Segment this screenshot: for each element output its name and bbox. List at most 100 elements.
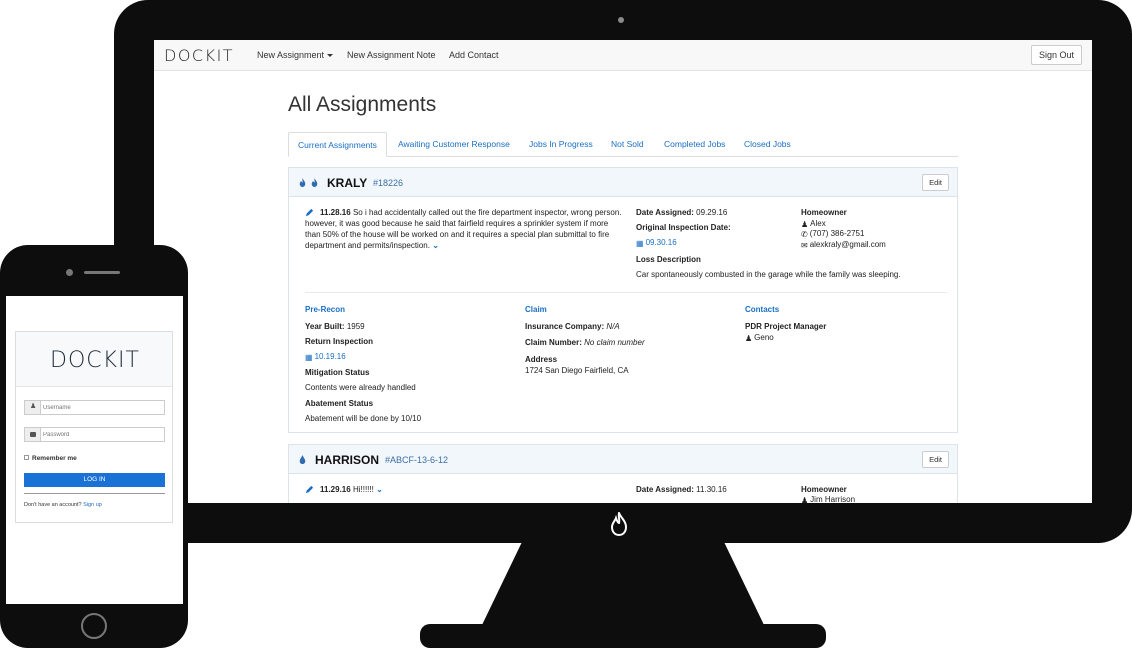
edit-button[interactable]: Edit	[922, 451, 949, 468]
tab-awaiting-customer-response[interactable]: Awaiting Customer Response	[389, 132, 519, 157]
contact-name-row[interactable]: ♟ Geno	[745, 332, 774, 344]
calendar-icon: ▦	[305, 353, 313, 362]
homeowner-name: Alex	[810, 219, 826, 228]
nav-new-assignment-note[interactable]: New Assignment Note	[347, 50, 436, 60]
tab-current-assignments[interactable]: Current Assignments	[288, 132, 387, 157]
water-drop-icon	[299, 455, 306, 464]
date-assigned: Date Assigned: 11.30.16	[636, 484, 727, 495]
insurance-value: N/A	[606, 322, 620, 331]
homeowner-label: Homeowner	[801, 208, 847, 217]
chevron-down-icon[interactable]: ⌄	[432, 241, 439, 250]
login-card: DOCKIT ♟ Remember me LOG IN Don't have a…	[15, 331, 173, 523]
contact-role: PDR Project Manager	[745, 322, 827, 331]
homeowner-name-row: ♟ Jim Harrison	[801, 494, 855, 503]
envelope-icon: ✉	[801, 241, 808, 250]
date-assigned-label: Date Assigned:	[636, 208, 694, 217]
monitor-stand-base	[420, 624, 826, 648]
date-assigned-value: 09.29.16	[696, 208, 728, 217]
original-inspection-label: Original Inspection Date:	[636, 223, 731, 232]
user-icon: ♟	[745, 334, 753, 343]
pre-recon-heading: Pre-Recon	[305, 305, 346, 314]
claim-number-label: Claim Number:	[525, 338, 582, 347]
monitor-camera	[618, 17, 624, 23]
password-field[interactable]	[24, 427, 165, 442]
customer-name[interactable]: KRALY	[327, 176, 367, 190]
assignment-card-header: KRALY #18226 Edit	[289, 168, 957, 197]
claim-heading: Claim	[525, 305, 547, 314]
note-date: 11.29.16	[320, 485, 351, 494]
return-inspection-label: Return Inspection	[305, 337, 374, 346]
login-header: DOCKIT	[16, 332, 172, 387]
nav-add-contact[interactable]: Add Contact	[449, 50, 499, 60]
assignment-number[interactable]: #ABCF-13-6-12	[385, 455, 448, 465]
original-inspection-date[interactable]: ▦ 09.30.16	[636, 237, 677, 249]
username-input[interactable]	[43, 403, 161, 413]
edit-button[interactable]: Edit	[922, 174, 949, 191]
card-divider	[305, 292, 947, 293]
claim-number-value: No claim number	[584, 338, 645, 347]
phone-speaker	[84, 271, 120, 274]
pencil-icon	[305, 485, 314, 494]
assignment-card-header: HARRISON #ABCF-13-6-12 Edit	[289, 445, 957, 474]
username-field[interactable]: ♟	[24, 400, 165, 415]
year-built: Year Built: 1959	[305, 321, 365, 332]
login-button[interactable]: LOG IN	[24, 473, 165, 487]
user-icon: ♟	[801, 496, 809, 503]
note-date: 11.28.16	[320, 208, 351, 217]
assignment-card: KRALY #18226 Edit 11.28.16 So i had acci…	[288, 167, 958, 433]
latest-note: 11.29.16 Hi!!!!!! ⌄	[320, 484, 383, 495]
contact-name: Geno	[754, 333, 774, 342]
insurance-company: Insurance Company: N/A	[525, 321, 620, 332]
claim-number: Claim Number: No claim number	[525, 337, 645, 348]
abatement-status: Abatement will be done by 10/10	[305, 414, 422, 423]
sign-out-button[interactable]: Sign Out	[1030, 45, 1082, 65]
assignment-card: HARRISON #ABCF-13-6-12 Edit 11.29.16 Hi!…	[288, 444, 958, 503]
remember-me[interactable]: Remember me	[24, 455, 77, 462]
remember-checkbox[interactable]	[24, 455, 29, 460]
caret-down-icon	[327, 54, 334, 58]
brand-logo[interactable]: DOCKIT	[164, 46, 234, 65]
phone-screen: DOCKIT ♟ Remember me LOG IN Don't have a…	[6, 296, 183, 604]
phone-camera	[66, 269, 73, 276]
homeowner-name: Jim Harrison	[810, 495, 856, 503]
mitigation-status-label: Mitigation Status	[305, 368, 370, 377]
nav-new-assignment[interactable]: New Assignment	[257, 50, 334, 60]
assignment-tabs: Current Assignments Awaiting Customer Re…	[288, 132, 958, 157]
date-assigned-value: 11.30.16	[696, 485, 727, 494]
assignment-number[interactable]: #18226	[373, 178, 403, 188]
monitor-stand-neck	[482, 543, 764, 625]
return-inspection-value: 10.19.16	[314, 352, 346, 361]
phone-home-button[interactable]	[81, 613, 107, 639]
return-inspection-date[interactable]: ▦ 10.19.16	[305, 351, 346, 363]
customer-name[interactable]: HARRISON	[315, 453, 379, 467]
insurance-label: Insurance Company:	[525, 322, 605, 331]
year-built-label: Year Built:	[305, 322, 345, 331]
no-account-text: Don't have an account?	[24, 502, 82, 508]
abatement-status-label: Abatement Status	[305, 399, 374, 408]
top-navbar: DOCKIT New Assignment New Assignment Not…	[154, 40, 1092, 71]
year-built-value: 1959	[346, 322, 365, 331]
user-icon: ♟	[25, 401, 41, 414]
login-divider	[24, 493, 165, 494]
mitigation-status: Contents were already handled	[305, 383, 416, 392]
tab-jobs-in-progress[interactable]: Jobs In Progress	[520, 132, 602, 157]
note-text: So i had accidentally called out the fir…	[305, 208, 622, 250]
chevron-down-icon[interactable]: ⌄	[376, 485, 383, 494]
date-assigned: Date Assigned: 09.29.16	[636, 207, 727, 218]
loss-description: Car spontaneously combusted in the garag…	[636, 270, 901, 279]
flame-icon	[299, 178, 306, 187]
sign-up-link[interactable]: Sign up	[83, 502, 102, 508]
tab-not-sold[interactable]: Not Sold	[602, 132, 653, 157]
loss-description-label: Loss Description	[636, 255, 701, 264]
tab-closed-jobs[interactable]: Closed Jobs	[735, 132, 800, 157]
homeowner-email-row[interactable]: ✉ alexkraly@gmail.com	[801, 239, 886, 251]
tab-completed-jobs[interactable]: Completed Jobs	[655, 132, 734, 157]
device-mockup: DOCKIT New Assignment New Assignment Not…	[0, 0, 1132, 648]
remember-me-label: Remember me	[32, 455, 77, 462]
signup-line: Don't have an account? Sign up	[24, 502, 102, 508]
password-input[interactable]	[43, 430, 161, 440]
desktop-monitor: DOCKIT New Assignment New Assignment Not…	[114, 0, 1132, 543]
latest-note: 11.28.16 So i had accidentally called ou…	[305, 207, 623, 251]
nav-new-assignment-label: New Assignment	[257, 50, 325, 60]
address-value: 1724 San Diego Fairfield, CA	[525, 366, 629, 375]
